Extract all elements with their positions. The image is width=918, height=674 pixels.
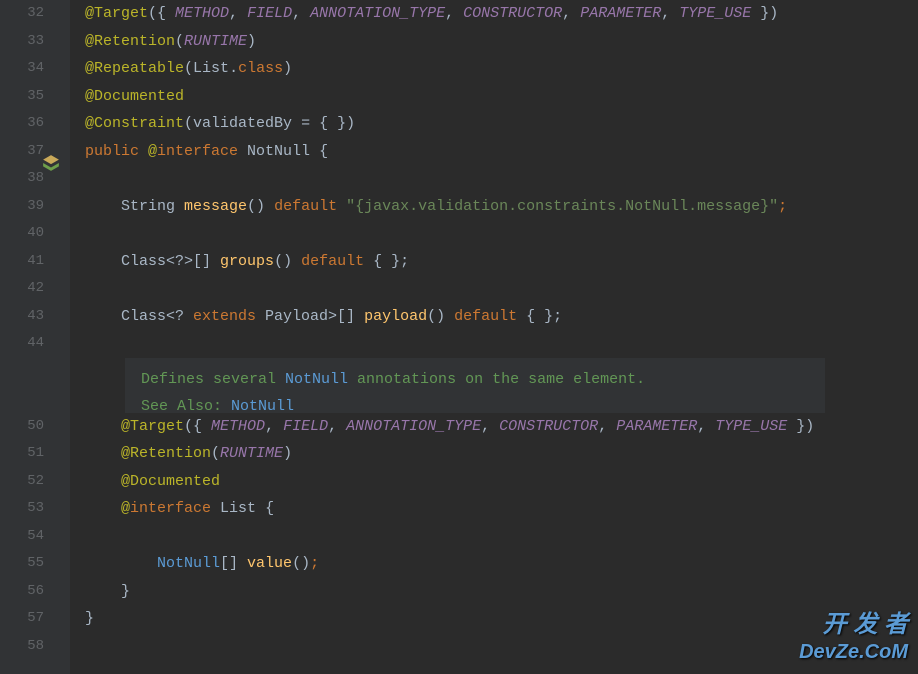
line-num[interactable]: 43	[0, 303, 44, 331]
code-line-52[interactable]: @Documented	[85, 468, 918, 496]
line-num[interactable]: 58	[0, 633, 44, 661]
code-line-41[interactable]: Class<?>[] groups() default { };	[85, 248, 918, 276]
line-num[interactable]: 52	[0, 468, 44, 496]
line-num[interactable]: 40	[0, 220, 44, 248]
line-num[interactable]: 54	[0, 523, 44, 551]
line-num[interactable]: 35	[0, 83, 44, 111]
watermark-line1: 开 发 者	[799, 611, 908, 640]
code-line-54[interactable]	[85, 523, 918, 551]
code-line-34[interactable]: @Repeatable(List.class)	[85, 55, 918, 83]
code-line-50[interactable]: @Target({ METHOD, FIELD, ANNOTATION_TYPE…	[85, 413, 918, 441]
line-num[interactable]: 55	[0, 550, 44, 578]
code-line-40[interactable]	[85, 220, 918, 248]
line-num[interactable]: 42	[0, 275, 44, 303]
line-num[interactable]	[0, 358, 44, 386]
code-content[interactable]: @Target({ METHOD, FIELD, ANNOTATION_TYPE…	[70, 0, 918, 674]
code-line-56[interactable]: }	[85, 578, 918, 606]
code-line-35[interactable]: @Documented	[85, 83, 918, 111]
code-line-57[interactable]: }	[85, 605, 918, 633]
line-num[interactable]: 57	[0, 605, 44, 633]
line-num[interactable]: 38	[0, 165, 44, 193]
line-num[interactable]: 44	[0, 330, 44, 358]
code-editor: 32 33 34 35 36 37 38 39 40 41 42 43 44 5…	[0, 0, 918, 674]
code-line-53[interactable]: @interface List {	[85, 495, 918, 523]
line-num[interactable]: 41	[0, 248, 44, 276]
code-line-37[interactable]: public @interface NotNull {	[85, 138, 918, 166]
code-line-44[interactable]	[85, 330, 918, 358]
line-num[interactable]: 37	[0, 138, 44, 166]
line-num[interactable]: 39	[0, 193, 44, 221]
line-num[interactable]: 51	[0, 440, 44, 468]
code-line-55[interactable]: NotNull[] value();	[85, 550, 918, 578]
implementation-icon[interactable]	[42, 154, 60, 172]
code-line-32[interactable]: @Target({ METHOD, FIELD, ANNOTATION_TYPE…	[85, 0, 918, 28]
line-num[interactable]: 53	[0, 495, 44, 523]
code-line-33[interactable]: @Retention(RUNTIME)	[85, 28, 918, 56]
code-line-39[interactable]: String message() default "{javax.validat…	[85, 193, 918, 221]
javadoc-block: Defines several NotNull annotations on t…	[125, 358, 825, 413]
line-num[interactable]: 33	[0, 28, 44, 56]
gutter: 32 33 34 35 36 37 38 39 40 41 42 43 44 5…	[0, 0, 70, 674]
line-num[interactable]: 32	[0, 0, 44, 28]
line-numbers: 32 33 34 35 36 37 38 39 40 41 42 43 44 5…	[0, 0, 70, 660]
code-line-36[interactable]: @Constraint(validatedBy = { })	[85, 110, 918, 138]
code-line-51[interactable]: @Retention(RUNTIME)	[85, 440, 918, 468]
watermark: 开 发 者 DevZe.CoM	[799, 611, 908, 664]
code-line-42[interactable]	[85, 275, 918, 303]
code-line-43[interactable]: Class<? extends Payload>[] payload() def…	[85, 303, 918, 331]
line-num[interactable]: 36	[0, 110, 44, 138]
line-num[interactable]: 56	[0, 578, 44, 606]
code-line-38[interactable]	[85, 165, 918, 193]
line-num[interactable]: 50	[0, 413, 44, 441]
line-num[interactable]	[0, 385, 44, 413]
watermark-line2: DevZe.CoM	[799, 640, 908, 664]
line-num[interactable]: 34	[0, 55, 44, 83]
